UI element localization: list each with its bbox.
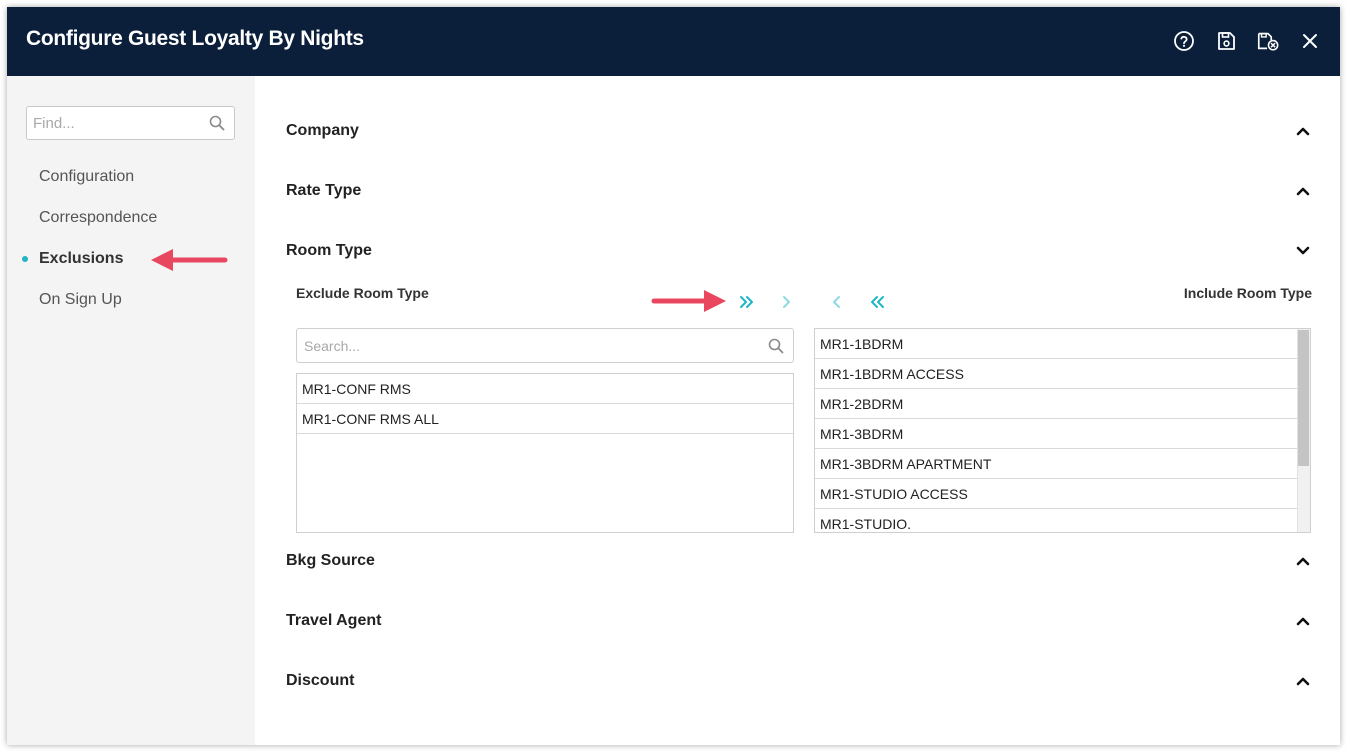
section-label: Rate Type (286, 182, 362, 199)
chevron-down-icon[interactable] (1295, 243, 1311, 259)
list-item[interactable]: MR1-3BDRM APARTMENT (815, 449, 1297, 479)
search-icon (209, 115, 225, 136)
sidebar-item-label: Correspondence (39, 208, 158, 226)
list-item[interactable]: MR1-CONF RMS (297, 374, 793, 404)
find-field[interactable] (26, 106, 235, 140)
double-chevron-right-icon (740, 296, 753, 308)
chevron-up-icon[interactable] (1295, 183, 1311, 199)
include-room-type-list: MR1-1BDRM MR1-1BDRM ACCESS MR1-2BDRM MR1… (814, 328, 1311, 533)
move-all-right-button[interactable] (737, 292, 757, 312)
section-label: Bkg Source (286, 552, 375, 569)
exclude-search-input[interactable] (297, 329, 737, 362)
search-icon (768, 338, 784, 359)
list-item[interactable]: MR1-CONF RMS ALL (297, 404, 793, 434)
annotation-arrow-left (151, 249, 228, 271)
sidebar-item-label: Exclusions (39, 249, 124, 267)
exclude-search-field[interactable] (296, 328, 794, 363)
sidebar: Configuration Correspondence Exclusions … (7, 76, 255, 745)
list-item[interactable]: MR1-2BDRM (815, 389, 1297, 419)
section-bkg-source[interactable]: Bkg Source (286, 546, 1311, 576)
list-item[interactable]: MR1-STUDIO ACCESS (815, 479, 1297, 509)
close-icon[interactable] (1298, 29, 1322, 53)
scrollbar-thumb[interactable] (1298, 330, 1309, 466)
chevron-left-icon (833, 296, 840, 308)
main-content: Company Rate Type Room Type Exclude Room… (255, 76, 1340, 745)
help-icon[interactable] (1172, 29, 1196, 53)
chevron-up-icon[interactable] (1295, 553, 1311, 569)
section-travel-agent[interactable]: Travel Agent (286, 606, 1311, 636)
section-room-type[interactable]: Room Type (286, 236, 1311, 266)
section-label: Room Type (286, 242, 372, 259)
sidebar-item-configuration[interactable]: Configuration (7, 156, 255, 197)
dialog-window: Configure Guest Loyalty By Nights Find..… (7, 7, 1340, 745)
sidebar-nav: Configuration Correspondence Exclusions … (7, 156, 255, 320)
section-label: Company (286, 122, 359, 139)
double-chevron-left-icon (871, 296, 884, 308)
chevron-up-icon[interactable] (1295, 123, 1311, 139)
sidebar-item-correspondence[interactable]: Correspondence (7, 197, 255, 238)
dialog-header: Configure Guest Loyalty By Nights (7, 7, 1340, 76)
move-all-left-button[interactable] (867, 292, 887, 312)
section-discount[interactable]: Discount (286, 666, 1311, 696)
section-label: Travel Agent (286, 612, 382, 629)
move-selected-right-button[interactable] (776, 292, 796, 312)
exclude-room-type-list: MR1-CONF RMS MR1-CONF RMS ALL (296, 373, 794, 533)
sidebar-item-on-sign-up[interactable]: On Sign Up (7, 279, 255, 320)
annotation-arrow-right (651, 290, 726, 312)
list-item[interactable]: MR1-3BDRM (815, 419, 1297, 449)
active-indicator-dot (22, 256, 28, 262)
find-input[interactable] (27, 107, 197, 139)
chevron-up-icon[interactable] (1295, 613, 1311, 629)
section-rate-type[interactable]: Rate Type (286, 176, 1311, 206)
list-item[interactable]: MR1-1BDRM (815, 329, 1297, 359)
exclude-room-type-label: Exclude Room Type (296, 285, 429, 301)
include-room-type-label: Include Room Type (1183, 285, 1312, 301)
save-close-icon[interactable] (1256, 29, 1280, 53)
list-item[interactable]: MR1-STUDIO. (815, 509, 1297, 532)
save-icon[interactable] (1214, 29, 1238, 53)
header-toolbar (1172, 29, 1322, 53)
dialog-title: Configure Guest Loyalty By Nights (26, 27, 364, 50)
chevron-up-icon[interactable] (1295, 673, 1311, 689)
sidebar-item-label: On Sign Up (39, 290, 122, 308)
chevron-right-icon (783, 296, 790, 308)
move-selected-left-button[interactable] (827, 292, 847, 312)
sidebar-item-label: Configuration (39, 167, 135, 185)
section-company[interactable]: Company (286, 116, 1311, 146)
list-item[interactable]: MR1-1BDRM ACCESS (815, 359, 1297, 389)
section-label: Discount (286, 672, 355, 689)
scrollbar[interactable] (1297, 329, 1310, 532)
